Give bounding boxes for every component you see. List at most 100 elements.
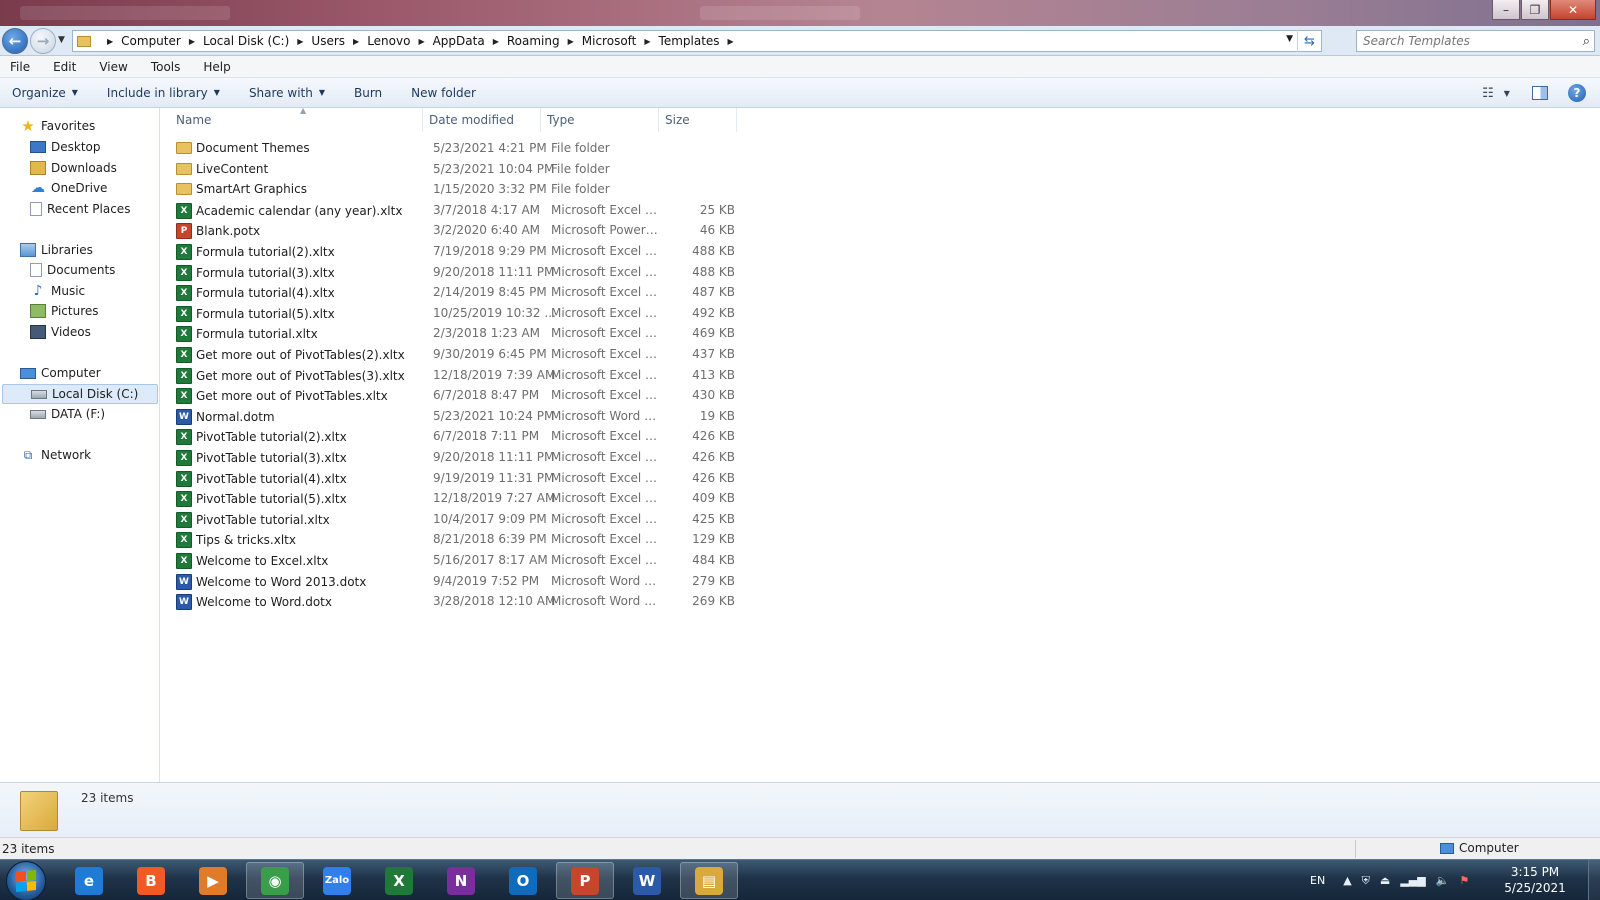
file-row[interactable]: X Formula tutorial.xltx 2/3/2018 1:23 AM Mi… xyxy=(170,323,750,343)
security-icon[interactable]: ⛨ xyxy=(1362,874,1370,888)
chevron-right-icon[interactable]: ▶ xyxy=(644,37,650,46)
taskbar-app-word[interactable]: W xyxy=(618,862,676,899)
file-row[interactable]: W Welcome to Word.dotx 3/28/2018 12:10 AM M… xyxy=(170,591,750,611)
file-row[interactable]: X Academic calendar (any year).xltx 3/7/20… xyxy=(170,200,750,220)
forward-button[interactable]: → xyxy=(30,28,56,54)
menu-edit[interactable]: Edit xyxy=(49,60,80,74)
breadcrumb-item[interactable]: Local Disk (C:) xyxy=(203,34,289,48)
nav-item-desktop[interactable]: Desktop xyxy=(30,137,101,157)
show-desktop-button[interactable] xyxy=(1588,860,1600,900)
breadcrumb-item[interactable]: AppData xyxy=(433,34,485,48)
nav-computer[interactable]: Computer xyxy=(20,363,101,383)
nav-item-pictures[interactable]: Pictures xyxy=(30,301,99,321)
chevron-right-icon[interactable]: ▶ xyxy=(418,37,424,46)
taskbar-app-excel[interactable]: X xyxy=(370,862,428,899)
column-header-date-modified[interactable]: Date modified xyxy=(423,108,541,132)
show-hidden-icons-icon[interactable]: ▲ xyxy=(1343,874,1351,887)
chevron-right-icon[interactable]: ▶ xyxy=(353,37,359,46)
taskbar-app-zalo[interactable]: Zalo xyxy=(308,862,366,899)
file-row[interactable]: X PivotTable tutorial(5).xltx 12/18/2019 7… xyxy=(170,488,750,508)
back-button[interactable]: ← xyxy=(2,28,28,54)
menu-tools[interactable]: Tools xyxy=(147,60,185,74)
usb-icon[interactable]: ⏏ xyxy=(1380,874,1390,887)
taskbar-app-media-player[interactable]: ▶ xyxy=(184,862,242,899)
file-row[interactable]: X Tips & tricks.xltx 8/21/2018 6:39 PM Micr… xyxy=(170,529,750,549)
burn-button[interactable]: Burn xyxy=(354,86,382,100)
file-row[interactable]: P Blank.potx 3/2/2020 6:40 AM Microsoft Pow… xyxy=(170,220,750,240)
help-button[interactable]: ? xyxy=(1566,83,1588,103)
file-row[interactable]: SmartArt Graphics 1/15/2020 3:32 PM File f… xyxy=(170,179,750,199)
column-header-name[interactable]: Name ▲ xyxy=(170,106,423,132)
column-header-size[interactable]: Size xyxy=(659,108,737,132)
breadcrumb-item[interactable]: Users xyxy=(311,34,345,48)
nav-item-videos[interactable]: Videos xyxy=(30,322,91,342)
chevron-right-icon[interactable]: ▶ xyxy=(728,37,734,46)
chevron-right-icon[interactable]: ▶ xyxy=(493,37,499,46)
clock[interactable]: 3:15 PM 5/25/2021 xyxy=(1495,864,1575,896)
close-button[interactable]: ✕ xyxy=(1550,0,1596,20)
taskbar-app-powerpoint[interactable]: P xyxy=(556,862,614,899)
breadcrumb-item[interactable]: Templates xyxy=(659,34,720,48)
breadcrumb-item[interactable]: Lenovo xyxy=(367,34,410,48)
file-row[interactable]: X PivotTable tutorial(4).xltx 9/19/2019 11… xyxy=(170,468,750,488)
menu-view[interactable]: View xyxy=(95,60,131,74)
file-row[interactable]: X Formula tutorial(5).xltx 10/25/2019 10:3… xyxy=(170,303,750,323)
file-row[interactable]: X Get more out of PivotTables(2).xltx 9/30… xyxy=(170,344,750,364)
nav-item-data-f[interactable]: DATA (F:) xyxy=(30,404,105,424)
chevron-right-icon[interactable]: ▶ xyxy=(568,37,574,46)
taskbar-app-internet-explorer[interactable]: e xyxy=(60,862,118,899)
recent-pages-dropdown[interactable]: ▼ xyxy=(58,35,65,45)
menu-help[interactable]: Help xyxy=(199,60,234,74)
chevron-right-icon[interactable]: ▶ xyxy=(107,37,113,46)
address-history-dropdown[interactable]: ▼ xyxy=(1286,34,1293,44)
chevron-right-icon[interactable]: ▶ xyxy=(189,37,195,46)
new-folder-button[interactable]: New folder xyxy=(411,86,476,100)
search-input[interactable] xyxy=(1363,34,1563,48)
file-row[interactable]: X Get more out of PivotTables(3).xltx 12/1… xyxy=(170,365,750,385)
breadcrumb-item[interactable]: Computer xyxy=(121,34,181,48)
preview-pane-button[interactable] xyxy=(1528,83,1552,103)
taskbar-app-brave[interactable]: B xyxy=(122,862,180,899)
file-row[interactable]: X PivotTable tutorial.xltx 10/4/2017 9:09 … xyxy=(170,509,750,529)
taskbar-app-file-explorer[interactable]: ▤ xyxy=(680,862,738,899)
nav-item-documents[interactable]: Documents xyxy=(30,260,115,280)
volume-icon[interactable]: 🔈 xyxy=(1436,874,1450,887)
nav-libraries[interactable]: Libraries xyxy=(20,240,93,260)
nav-network[interactable]: ⧉ Network xyxy=(20,445,91,465)
chevron-right-icon[interactable]: ▶ xyxy=(297,37,303,46)
language-indicator[interactable]: EN xyxy=(1310,874,1325,887)
include-in-library-button[interactable]: Include in library ▼ xyxy=(107,86,220,100)
file-row[interactable]: W Welcome to Word 2013.dotx 9/4/2019 7:52 … xyxy=(170,571,750,591)
address-bar[interactable]: ▶ Computer ▶ Local Disk (C:) ▶ Users ▶ Lenovo ▶… xyxy=(72,30,1322,52)
network-signal-icon[interactable]: ▂▄▆ xyxy=(1400,874,1425,887)
taskbar-app-outlook[interactable]: O xyxy=(494,862,552,899)
minimize-button[interactable]: – xyxy=(1492,0,1520,20)
file-row[interactable]: Document Themes 5/23/2021 4:21 PM File fol… xyxy=(170,138,750,158)
file-row[interactable]: X Get more out of PivotTables.xltx 6/7/201… xyxy=(170,385,750,405)
file-row[interactable]: X Formula tutorial(3).xltx 9/20/2018 11:11… xyxy=(170,262,750,282)
nav-item-music[interactable]: ♪ Music xyxy=(30,281,86,301)
file-row[interactable]: X Formula tutorial(4).xltx 2/14/2019 8:45 … xyxy=(170,282,750,302)
action-center-icon[interactable]: ⚑ xyxy=(1459,874,1469,887)
file-row[interactable]: X PivotTable tutorial(2).xltx 6/7/2018 7:1… xyxy=(170,426,750,446)
breadcrumb-item[interactable]: Microsoft xyxy=(582,34,637,48)
file-row[interactable]: X Formula tutorial(2).xltx 7/19/2018 9:29 … xyxy=(170,241,750,261)
search-icon[interactable]: ⌕ xyxy=(1583,34,1590,49)
change-view-button[interactable]: ☷ ▼ xyxy=(1476,83,1516,103)
organize-button[interactable]: Organize ▼ xyxy=(12,86,78,100)
restore-button[interactable]: ❐ xyxy=(1521,0,1549,20)
file-row[interactable]: W Normal.dotm 5/23/2021 10:24 PM Microsoft … xyxy=(170,406,750,426)
share-with-button[interactable]: Share with ▼ xyxy=(249,86,325,100)
breadcrumb-item[interactable]: Roaming xyxy=(507,34,560,48)
taskbar-app-chrome[interactable]: ◉ xyxy=(246,862,304,899)
file-row[interactable]: LiveContent 5/23/2021 10:04 PM File folder xyxy=(170,159,750,179)
nav-favorites[interactable]: ★ Favorites xyxy=(20,116,95,136)
menu-file[interactable]: File xyxy=(6,60,34,74)
refresh-button[interactable]: ⇆ xyxy=(1297,30,1321,52)
nav-item-recent-places[interactable]: Recent Places xyxy=(30,199,130,219)
nav-item-downloads[interactable]: Downloads xyxy=(30,158,117,178)
nav-item-onedrive[interactable]: ☁ OneDrive xyxy=(30,178,107,198)
start-button[interactable] xyxy=(6,861,46,900)
file-row[interactable]: X PivotTable tutorial(3).xltx 9/20/2018 11… xyxy=(170,447,750,467)
file-row[interactable]: X Welcome to Excel.xltx 5/16/2017 8:17 AM M… xyxy=(170,550,750,570)
